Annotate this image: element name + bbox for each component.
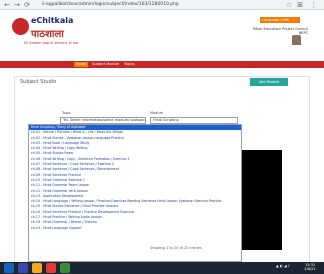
back-button[interactable]: ← [3, 1, 11, 9]
nav-item-subject-module[interactable]: Subject Module [92, 62, 119, 67]
file-explorer-icon[interactable] [32, 263, 42, 273]
chrome-icon[interactable] [46, 263, 56, 273]
header-org-text: Bihar Education Project Council BEPC [253, 27, 308, 35]
star-icon[interactable]: ☆ [285, 1, 293, 9]
logo-tagline: Ek Kadam aap ki shiksha ki oor [24, 41, 79, 45]
dropdown-option[interactable]: ch-19 - Hindi Language Support [29, 226, 241, 231]
language-button[interactable]: Language / भाषा [260, 17, 300, 23]
excel-icon[interactable] [60, 263, 70, 273]
tray-icons[interactable]: ▲ ◐ ◢ ♪ [270, 264, 296, 268]
add-module-button[interactable]: Add Module [250, 78, 288, 86]
reload-button[interactable]: ⟳ [23, 1, 31, 9]
main-navbar: Home Subject Module Topics [0, 61, 324, 68]
nav-item-home[interactable]: Home [74, 62, 89, 67]
logo-title: eChitkala [31, 16, 74, 25]
address-bar[interactable]: ii-egpalikotcbox/admin/login/subject/ind… [42, 1, 242, 9]
extensions-icon[interactable]: ⊞ [296, 1, 304, 9]
topic-select[interactable]: Tel. Select Information/select module/ s… [60, 117, 146, 124]
emblem-icon [292, 35, 301, 45]
logo-subtitle: पाठशाला [31, 29, 64, 40]
logo-icon [12, 18, 29, 35]
nav-item-topics[interactable]: Topics [124, 62, 135, 67]
taskbar: ▲ ◐ ◢ ♪ 13:32 4/6/21 [0, 262, 324, 274]
topic-label: Topic [62, 111, 71, 115]
page-title: Subject Studio [20, 79, 57, 85]
dropdown-list[interactable]: Hindi Scripting / Story of Alphabet ch-01… [28, 124, 242, 262]
module-label: Module [150, 111, 163, 115]
windows-start-icon[interactable] [4, 263, 14, 273]
menu-icon[interactable]: ⋮ [310, 1, 318, 9]
date-text: 4/6/21 [304, 267, 316, 271]
table-info: Showing 1 to 20 of 20 entries [150, 246, 202, 250]
browser-toolbar: ← → ⟳ ii-egpalikotcbox/admin/login/subje… [0, 0, 324, 10]
taskview-icon[interactable] [18, 263, 28, 273]
clock[interactable]: 13:32 4/6/21 [298, 263, 322, 271]
forward-button[interactable]: → [13, 1, 21, 9]
module-select[interactable]: Hindi Scripting [150, 117, 238, 124]
